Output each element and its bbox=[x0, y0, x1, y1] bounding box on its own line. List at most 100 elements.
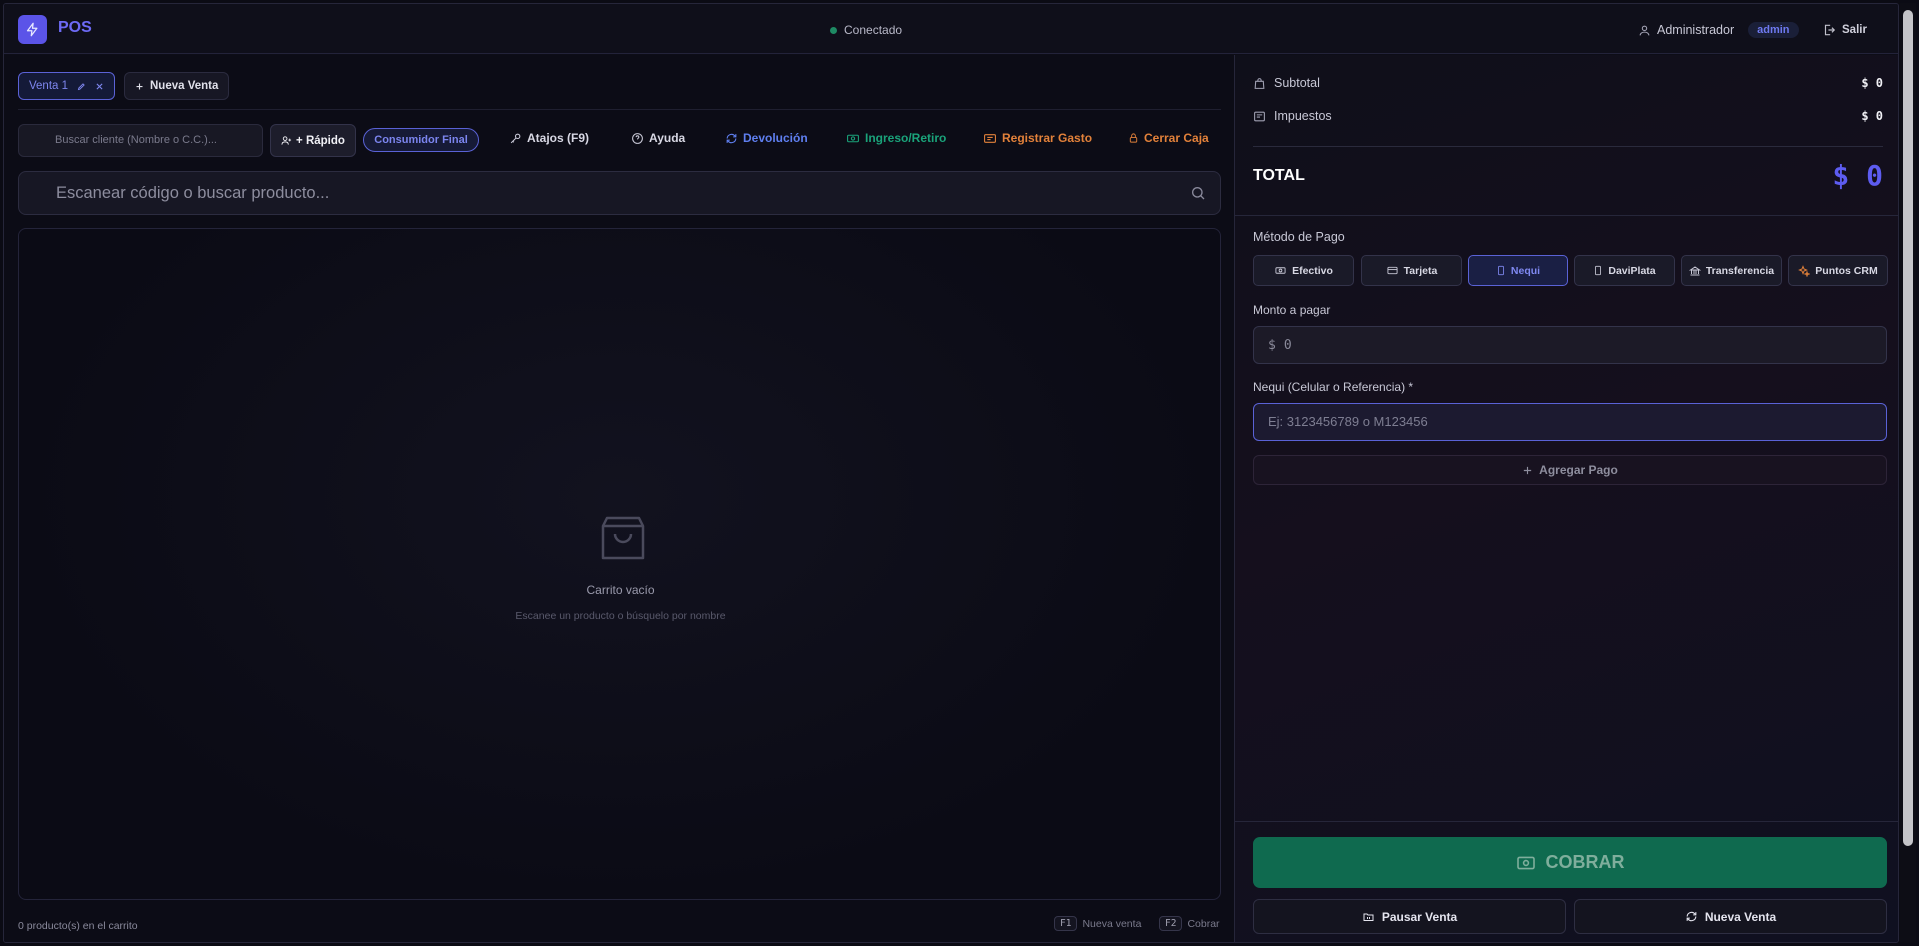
refresh-icon bbox=[1686, 911, 1697, 922]
logout-label: Salir bbox=[1842, 24, 1867, 36]
receipt-icon bbox=[1254, 111, 1265, 121]
refresh-icon bbox=[726, 133, 737, 143]
register-expense-label: Registrar Gasto bbox=[1002, 131, 1093, 145]
total-label: TOTAL bbox=[1253, 167, 1305, 184]
payment-method-label: Transferencia bbox=[1705, 264, 1775, 277]
new-sale-tab-button[interactable]: Nueva Venta bbox=[124, 72, 230, 100]
cart-empty-subtitle: Escanee un producto o búsquelo por nombr… bbox=[515, 610, 726, 622]
payment-method-transferencia[interactable]: Transferencia bbox=[1681, 255, 1782, 286]
bank-icon bbox=[1688, 265, 1701, 275]
close-icon[interactable] bbox=[95, 82, 104, 91]
tax-row: Impuestos $ 0 bbox=[1253, 109, 1883, 123]
app-window: POS Conectado Administrador admin Salir … bbox=[3, 3, 1899, 943]
user-icon bbox=[1639, 25, 1650, 35]
help-label: Ayuda bbox=[649, 131, 686, 145]
user-info: Administrador admin bbox=[1638, 22, 1799, 38]
cart-area: Carrito vacío Escanee un producto o búsq… bbox=[18, 228, 1221, 900]
key-icon bbox=[510, 133, 521, 143]
logout-icon bbox=[1824, 24, 1836, 36]
add-payment-button[interactable]: Agregar Pago bbox=[1253, 455, 1887, 485]
payment-method-label: Tarjeta bbox=[1403, 264, 1438, 277]
receipt-icon bbox=[984, 133, 996, 143]
sparkles-icon bbox=[1798, 264, 1811, 277]
new-sale-button[interactable]: Nueva Venta bbox=[1574, 899, 1887, 934]
user-plus-icon bbox=[281, 136, 292, 145]
smartphone-icon bbox=[1497, 265, 1504, 276]
payment-method-daviplata[interactable]: DaviPlata bbox=[1574, 255, 1675, 286]
payment-method-efectivo[interactable]: Efectivo bbox=[1253, 255, 1354, 286]
shortcut-new-sale: F1 Nueva venta bbox=[1054, 916, 1141, 931]
payment-method-label: DaviPlata bbox=[1608, 264, 1656, 277]
close-register-button[interactable]: Cerrar Caja bbox=[1128, 131, 1209, 145]
amount-input[interactable]: $ 0 bbox=[1253, 326, 1887, 364]
cash-icon bbox=[1275, 267, 1286, 274]
quick-customer-button[interactable]: + Rápido bbox=[270, 124, 356, 157]
tax-label: Impuestos bbox=[1274, 109, 1332, 123]
shortcut-key: F2 bbox=[1159, 916, 1183, 931]
product-search-input[interactable]: Escanear código o buscar producto... bbox=[18, 171, 1221, 215]
sale-panel: Venta 1 Nueva Venta Buscar cliente (Nomb… bbox=[4, 55, 1234, 942]
refund-button[interactable]: Devolución bbox=[725, 131, 808, 145]
close-register-label: Cerrar Caja bbox=[1144, 131, 1209, 145]
currency-symbol: $ bbox=[1268, 337, 1276, 353]
folder-pause-icon bbox=[1363, 913, 1374, 921]
customer-search-input[interactable]: Buscar cliente (Nombre o C.C.)... bbox=[18, 124, 263, 157]
refund-label: Devolución bbox=[743, 131, 808, 145]
help-circle-icon bbox=[632, 132, 643, 144]
smartphone-icon bbox=[1595, 265, 1602, 276]
credit-card-icon bbox=[1387, 266, 1398, 275]
total-value: $ 0 bbox=[1832, 159, 1883, 192]
status-text: Conectado bbox=[844, 23, 903, 37]
shopping-bag-icon bbox=[1254, 77, 1265, 89]
shortcut-label: Cobrar bbox=[1187, 917, 1220, 930]
default-customer-button[interactable]: Consumidor Final bbox=[363, 128, 479, 152]
search-icon bbox=[1192, 187, 1205, 200]
tab-label: Venta 1 bbox=[29, 80, 69, 92]
lock-icon bbox=[1129, 133, 1138, 143]
payment-method-label: Nequi bbox=[1510, 264, 1541, 277]
cart-empty-title: Carrito vacío bbox=[586, 583, 655, 597]
logo bbox=[18, 15, 47, 44]
shortcuts-button[interactable]: Atajos (F9) bbox=[509, 131, 589, 145]
payment-method-tarjeta[interactable]: Tarjeta bbox=[1361, 255, 1462, 286]
divider bbox=[18, 109, 1221, 110]
tab-venta-1[interactable]: Venta 1 bbox=[18, 72, 116, 100]
tax-value: $ 0 bbox=[1861, 109, 1883, 123]
payment-method-label: Puntos CRM bbox=[1815, 264, 1878, 277]
amount-label: Monto a pagar bbox=[1253, 303, 1331, 317]
subtotal-row: Subtotal $ 0 bbox=[1253, 76, 1883, 90]
pencil-icon[interactable] bbox=[77, 82, 86, 91]
payment-method-puntos-crm[interactable]: Puntos CRM bbox=[1788, 255, 1888, 286]
scrollbar-thumb[interactable] bbox=[1903, 10, 1913, 846]
register-expense-button[interactable]: Registrar Gasto bbox=[983, 131, 1092, 145]
cart-count: 0 producto(s) en el carrito bbox=[18, 920, 138, 932]
add-payment-label: Agregar Pago bbox=[1539, 463, 1618, 477]
plus-icon bbox=[1523, 466, 1532, 474]
cash-in-out-button[interactable]: Ingreso/Retiro bbox=[846, 131, 946, 145]
logout-button[interactable]: Salir bbox=[1822, 23, 1867, 37]
shopping-bag-icon bbox=[601, 516, 645, 560]
help-button[interactable]: Ayuda bbox=[631, 131, 685, 145]
cash-icon bbox=[1516, 856, 1535, 869]
order-summary: Subtotal $ 0 Impuestos $ 0 TOTAL $ 0 bbox=[1235, 55, 1898, 216]
charge-button[interactable]: COBRAR bbox=[1253, 837, 1887, 888]
connection-status: Conectado bbox=[830, 23, 902, 37]
top-header: POS Conectado Administrador admin Salir bbox=[4, 4, 1898, 54]
product-search-placeholder: Escanear código o buscar producto... bbox=[56, 184, 330, 202]
cash-in-out-label: Ingreso/Retiro bbox=[865, 131, 947, 145]
status-dot-icon bbox=[830, 26, 837, 34]
reference-input[interactable]: Ej: 3123456789 o M123456 bbox=[1253, 403, 1887, 441]
pause-sale-button[interactable]: Pausar Venta bbox=[1253, 899, 1566, 934]
shortcut-key: F1 bbox=[1054, 916, 1078, 931]
app-title: POS bbox=[58, 19, 92, 36]
shortcut-label: Nueva venta bbox=[1082, 917, 1142, 930]
shortcut-charge: F2 Cobrar bbox=[1159, 916, 1220, 931]
payment-method-nequi[interactable]: Nequi bbox=[1468, 255, 1568, 286]
role-badge: admin bbox=[1748, 22, 1799, 38]
cash-icon bbox=[847, 134, 859, 142]
user-name: Administrador bbox=[1657, 23, 1735, 37]
divider bbox=[1235, 821, 1898, 822]
divider bbox=[1253, 146, 1883, 147]
new-sale-label: Nueva Venta bbox=[1704, 909, 1777, 924]
checkout-panel: Subtotal $ 0 Impuestos $ 0 TOTAL $ 0 Mét… bbox=[1234, 55, 1898, 942]
